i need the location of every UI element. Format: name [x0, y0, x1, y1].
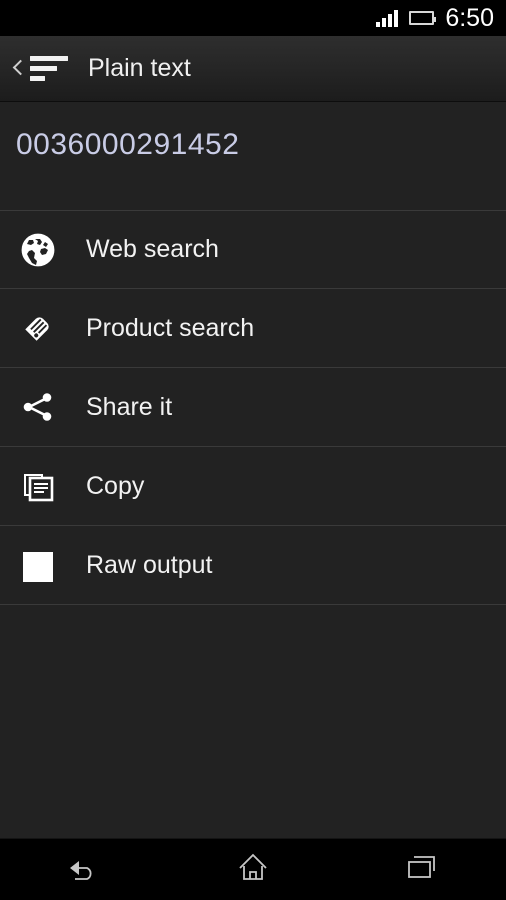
list-item-web-search[interactable]: Web search	[0, 210, 506, 289]
action-bar: Plain text	[0, 36, 506, 102]
list-lines-icon	[30, 56, 68, 81]
nav-home-button[interactable]	[198, 839, 308, 900]
back-icon	[66, 852, 102, 887]
status-bar-clock: 6:50	[445, 3, 494, 32]
globe-icon	[16, 228, 60, 272]
battery-icon	[409, 11, 437, 25]
list-item-share-it[interactable]: Share it	[0, 368, 506, 447]
list-item-label: Copy	[86, 471, 145, 500]
list-item-product-search[interactable]: Product search	[0, 289, 506, 368]
back-chevron-icon	[12, 59, 23, 79]
nav-recents-button[interactable]	[367, 839, 477, 900]
price-tag-icon	[16, 306, 60, 350]
up-navigation-button[interactable]	[8, 50, 78, 87]
share-icon	[16, 385, 60, 429]
list-item-label: Web search	[86, 235, 219, 263]
status-bar: 6:50	[0, 0, 506, 36]
square-icon	[16, 543, 60, 587]
barcode-value: 0036000291452	[16, 128, 240, 161]
system-navigation-bar	[0, 838, 506, 900]
list-item-copy[interactable]: Copy	[0, 447, 506, 526]
nav-back-button[interactable]	[29, 839, 139, 900]
content-area: 0036000291452 Web search Product search …	[0, 102, 506, 838]
phone-screen: 6:50 Plain text 0036000291452 Web search…	[0, 0, 506, 900]
list-item-label: Product search	[86, 313, 255, 342]
page-title: Plain text	[88, 54, 191, 82]
action-list: Web search Product search Share it Copy …	[0, 210, 506, 605]
copy-icon	[16, 464, 60, 508]
signal-bars-icon	[376, 9, 399, 27]
list-item-raw-output[interactable]: Raw output	[0, 526, 506, 605]
list-item-label: Raw output	[86, 550, 213, 579]
recent-apps-icon	[405, 852, 439, 887]
list-item-label: Share it	[86, 392, 173, 421]
home-icon	[236, 851, 270, 888]
